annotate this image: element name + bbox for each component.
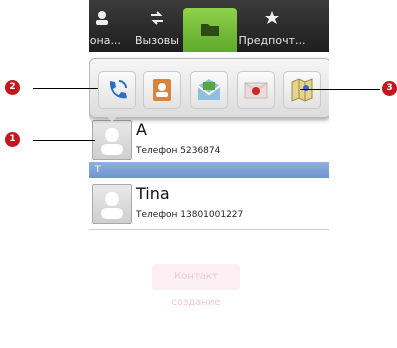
quick-contact-card-button[interactable]	[143, 71, 181, 109]
contact-phone: Телефон 13801001227	[136, 210, 244, 220]
create-contact-button[interactable]: Контакт создание	[152, 264, 240, 308]
contact-phone: Телефон 5236874	[136, 146, 221, 156]
groups-folder-icon	[200, 21, 220, 40]
tab-groups[interactable]	[183, 8, 237, 52]
tab-calls[interactable]: Вызовы	[127, 0, 187, 52]
popup-pointer	[105, 114, 119, 122]
row-divider	[89, 229, 329, 230]
quick-map-button[interactable]	[283, 71, 321, 109]
tab-contacts[interactable]: оона...	[89, 0, 127, 52]
contact-avatar	[92, 120, 132, 160]
map-icon	[291, 78, 313, 102]
contact-card-icon	[153, 79, 171, 101]
contact-name: A	[136, 120, 147, 139]
callout-line-3	[300, 89, 380, 90]
quick-email-button[interactable]	[237, 71, 275, 109]
message-icon	[197, 79, 221, 100]
quick-contact-bar	[89, 58, 329, 118]
star-icon	[264, 10, 280, 29]
contact-row[interactable]: Tina Телефон 13801001227	[89, 178, 329, 230]
callout-line-1	[33, 140, 95, 141]
email-icon	[244, 82, 268, 99]
contact-avatar	[92, 184, 132, 224]
quick-call-button[interactable]	[98, 71, 136, 109]
calls-icon	[149, 10, 165, 29]
contacts-icon	[94, 10, 110, 29]
callout-badge-3: 3	[382, 81, 397, 96]
tab-contacts-label: оона...	[89, 34, 121, 47]
contact-row[interactable]: A Телефон 5236874	[89, 114, 329, 166]
tab-favorites[interactable]: Предпочт...	[237, 0, 307, 52]
section-header: T	[89, 162, 329, 178]
phone-icon	[109, 80, 127, 99]
tab-calls-label: Вызовы	[135, 34, 179, 47]
tab-favorites-label: Предпочт...	[238, 34, 306, 47]
contact-name: Tina	[136, 184, 170, 203]
phone-screen: оона... Вызовы Предпочт... A Телефон	[89, 0, 329, 348]
callout-badge-2: 2	[5, 80, 20, 95]
callout-badge-1: 1	[5, 132, 20, 147]
callout-line-2	[33, 88, 98, 89]
tab-bar: оона... Вызовы Предпочт...	[89, 0, 329, 52]
quick-message-button[interactable]	[190, 71, 228, 109]
